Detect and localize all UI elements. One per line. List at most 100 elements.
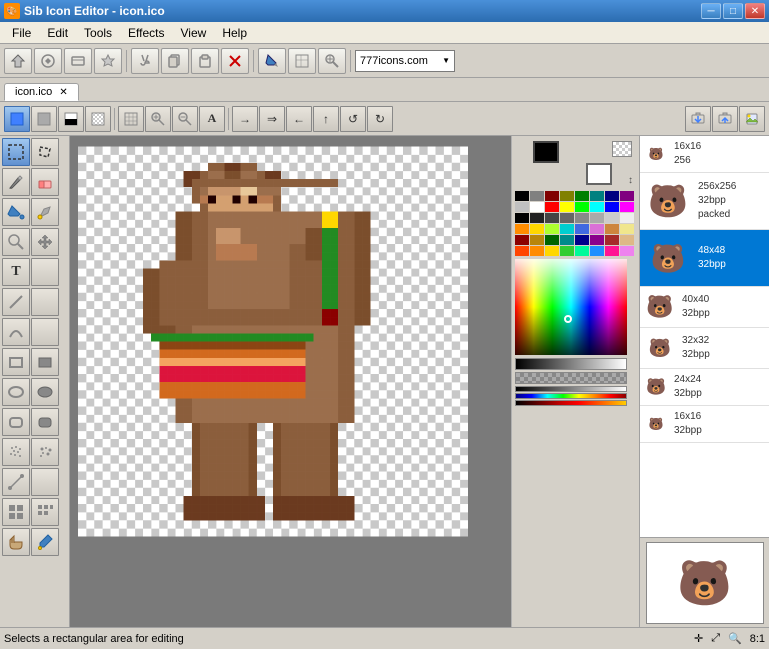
color-swatch-silver[interactable] [515, 202, 529, 212]
tool-ellipse-fill[interactable] [31, 378, 59, 406]
menu-tools[interactable]: Tools [76, 24, 120, 42]
edit-btn-rotate-right[interactable]: ↻ [367, 106, 393, 132]
color-swatch-yellow[interactable] [560, 202, 574, 212]
website-combo[interactable]: 777icons.com ▼ [355, 50, 455, 72]
icon-list-item-24[interactable]: 🐻 24x24 32bpp [640, 369, 769, 406]
toolbar-fill[interactable] [258, 48, 286, 74]
tool-magnify[interactable] [2, 228, 30, 256]
color-swatch-4-1[interactable] [515, 235, 529, 245]
color-swatch-2-6[interactable] [590, 213, 604, 223]
transparent-swatch[interactable] [612, 141, 632, 157]
edit-btn-move-right2[interactable]: ⇒ [259, 106, 285, 132]
grayscale-bar[interactable] [515, 358, 627, 370]
edit-btn-rotate-left[interactable]: ↺ [340, 106, 366, 132]
color-swatch-navy[interactable] [605, 191, 619, 201]
color-swatch-2-4[interactable] [560, 213, 574, 223]
color-swatch-2-3[interactable] [545, 213, 559, 223]
edit-btn-zoom-in[interactable] [145, 106, 171, 132]
toolbar-copy[interactable] [161, 48, 189, 74]
color-swatch-green[interactable] [575, 191, 589, 201]
color-swatch-purple[interactable] [620, 191, 634, 201]
color-swatch-5-2[interactable] [530, 246, 544, 256]
minimize-button[interactable]: ─ [701, 3, 721, 19]
toolbar-btn-1[interactable] [34, 48, 62, 74]
main-canvas-area[interactable] [70, 136, 511, 627]
color-swatch-5-3[interactable] [545, 246, 559, 256]
tool-move[interactable] [31, 228, 59, 256]
color-swatch-4-4[interactable] [560, 235, 574, 245]
color-line-2[interactable] [515, 393, 627, 399]
tool-spray1[interactable] [2, 438, 30, 466]
tool-pencil[interactable] [2, 168, 30, 196]
color-swatch-gray[interactable] [530, 191, 544, 201]
menu-file[interactable]: File [4, 24, 39, 42]
menu-help[interactable]: Help [214, 24, 255, 42]
color-swatch-3-5[interactable] [575, 224, 589, 234]
color-swatch-4-7[interactable] [605, 235, 619, 245]
tool-line[interactable] [2, 288, 30, 316]
tool-eraser[interactable] [31, 168, 59, 196]
edit-btn-mono[interactable] [58, 106, 84, 132]
color-swatch-4-3[interactable] [545, 235, 559, 245]
edit-btn-text[interactable]: A [199, 106, 225, 132]
icon-list-item-32[interactable]: 🐻 32x32 32bpp [640, 328, 769, 369]
tool-roundrect-outline[interactable] [2, 408, 30, 436]
toolbar-pick[interactable] [288, 48, 316, 74]
icon-list-item-16-32bpp[interactable]: 🐻 16x16 32bpp [640, 406, 769, 443]
close-button[interactable]: ✕ [745, 3, 765, 19]
color-swatch-olive[interactable] [560, 191, 574, 201]
color-swatch-4-8[interactable] [620, 235, 634, 245]
color-swatch-darkred[interactable] [545, 191, 559, 201]
color-swatch-magenta[interactable] [620, 202, 634, 212]
edit-btn-move-up[interactable]: ↑ [313, 106, 339, 132]
tab-close-icon[interactable]: ✕ [59, 87, 67, 98]
color-swatch-3-7[interactable] [605, 224, 619, 234]
color-swatch-lime[interactable] [575, 202, 589, 212]
color-swatch-white[interactable] [530, 202, 544, 212]
background-color-box[interactable] [586, 163, 612, 185]
tool-eyedrop[interactable] [31, 528, 59, 556]
edit-btn-move-right[interactable]: → [232, 106, 258, 132]
color-swatch-2-7[interactable] [605, 213, 619, 223]
tool-select-rect[interactable] [2, 138, 30, 166]
swap-colors-icon[interactable]: ↕ [628, 175, 633, 186]
tool-ellipse-outline[interactable] [2, 378, 30, 406]
toolbar-btn-3[interactable] [94, 48, 122, 74]
color-swatch-3-8[interactable] [620, 224, 634, 234]
tool-pick-color[interactable] [31, 198, 59, 226]
toolbar-cut[interactable] [131, 48, 159, 74]
tool-line2[interactable] [2, 468, 30, 496]
tool-rect-fill[interactable] [31, 348, 59, 376]
color-swatch-black[interactable] [515, 191, 529, 201]
toolbar-zoom[interactable] [318, 48, 346, 74]
toolbar-paste[interactable] [191, 48, 219, 74]
color-swatch-5-8[interactable] [620, 246, 634, 256]
color-swatch-5-7[interactable] [605, 246, 619, 256]
tool-grid-2[interactable] [31, 498, 59, 526]
tool-hand[interactable] [2, 528, 30, 556]
color-swatch-2-8[interactable] [620, 213, 634, 223]
tool-roundrect-fill[interactable] [31, 408, 59, 436]
color-swatch-5-4[interactable] [560, 246, 574, 256]
edit-btn-export[interactable] [712, 106, 738, 132]
color-swatch-3-2[interactable] [530, 224, 544, 234]
edit-btn-trans[interactable] [85, 106, 111, 132]
icon-list-scroll[interactable]: 🐻 16x16 256 🐻 256x256 32bpp packe [640, 136, 769, 537]
edit-btn-paste-img[interactable] [739, 106, 765, 132]
color-swatch-4-2[interactable] [530, 235, 544, 245]
color-swatch-3-3[interactable] [545, 224, 559, 234]
tool-rect-outline[interactable] [2, 348, 30, 376]
color-line-3[interactable] [515, 400, 627, 406]
tool-text[interactable]: T [2, 258, 30, 286]
color-swatch-2-2[interactable] [530, 213, 544, 223]
icon-list-item-48[interactable]: 🐻 48x48 32bpp [640, 230, 769, 287]
menu-view[interactable]: View [173, 24, 215, 42]
edit-btn-import[interactable] [685, 106, 711, 132]
color-line-1[interactable] [515, 386, 627, 392]
edit-btn-zoom-out[interactable] [172, 106, 198, 132]
icon-list-item-256[interactable]: 🐻 256x256 32bpp packed [640, 173, 769, 230]
color-swatch-red[interactable] [545, 202, 559, 212]
edit-btn-gray[interactable] [31, 106, 57, 132]
file-tab[interactable]: icon.ico ✕ [4, 83, 79, 101]
edit-btn-grid[interactable] [118, 106, 144, 132]
